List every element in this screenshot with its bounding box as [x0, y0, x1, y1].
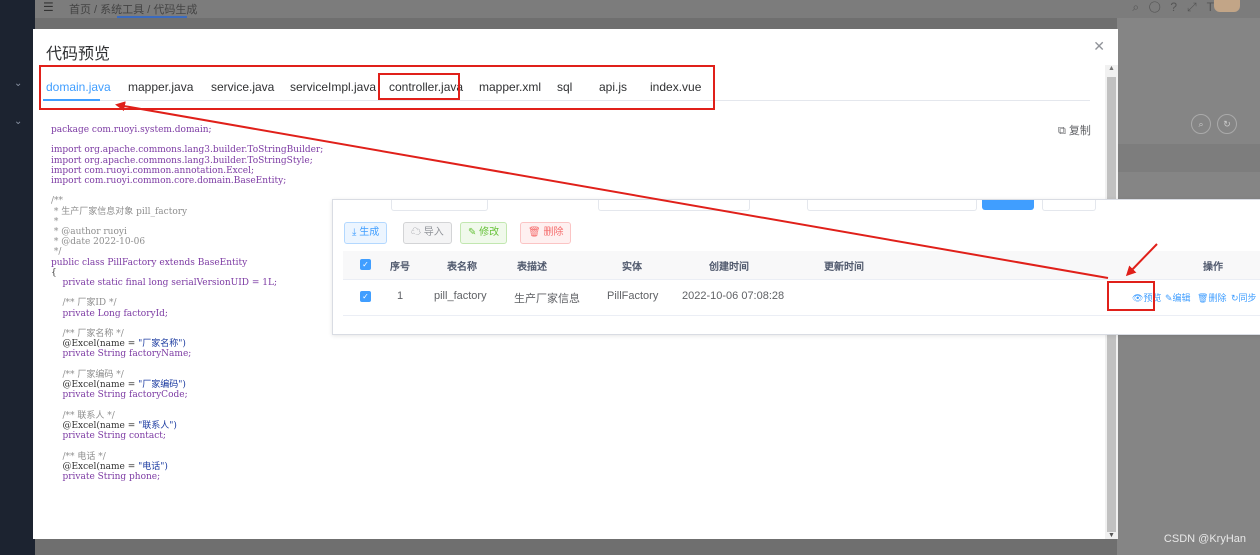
annotation-box-preview [1107, 281, 1155, 311]
col-updated: 更新时间 [824, 262, 864, 273]
top-navbar: ☰ 首页 / 系统工具 / 代码生成 [35, 0, 1260, 18]
code-line: @Excel(name = [51, 461, 139, 472]
fullscreen-icon[interactable]: ⤢ [1187, 0, 1207, 14]
edit-row-button[interactable]: ✎编辑 [1165, 291, 1191, 304]
code-line: import com.ruoyi.common.core.domain.Base… [51, 176, 287, 187]
code-line: @Excel(name = [51, 420, 139, 431]
cell-entity: PillFactory [607, 290, 659, 302]
col-actions: 操作 [1203, 262, 1223, 273]
edit-button[interactable]: ✎ 修改 [460, 222, 508, 244]
upload-icon: ☁ [411, 227, 421, 238]
generate-button[interactable]: ⤓ 生成 [344, 222, 388, 244]
code-line: { [51, 267, 57, 278]
edit-icon: ✎ [468, 227, 477, 238]
code-string: "电话") [138, 461, 168, 472]
search-icon[interactable]: ⌕ [1132, 0, 1149, 14]
breadcrumb: 首页 / 系统工具 / 代码生成 [69, 4, 198, 16]
code-gen-table-panel: ⤓ 生成 ☁ 导入 ✎ 修改 🗑 删除 ✓ 序号 表名称 表描述 实体 创建时间… [332, 199, 1260, 335]
code-line: private static final long serialVersionU… [51, 278, 277, 289]
hamburger-icon[interactable]: ☰ [43, 0, 54, 14]
edit-icon: ✎ [1165, 293, 1173, 303]
code-string: "厂家名称") [138, 339, 186, 350]
refresh-icon[interactable]: ↻ [1217, 114, 1237, 134]
scroll-down-icon[interactable]: ▼ [1108, 532, 1115, 539]
sync-row-button[interactable]: ↻同步 [1231, 291, 1257, 304]
code-line: /** 电话 */ [51, 451, 106, 462]
cell-table-desc: 生产厂家信息 [514, 293, 580, 305]
github-icon[interactable]: ◯ [1149, 0, 1170, 14]
cell-created: 2022-10-06 07:08:28 [682, 290, 785, 302]
copy-button[interactable]: ⧉ 复制 [1058, 122, 1091, 138]
delete-button[interactable]: 🗑 删除 [520, 222, 572, 244]
code-line: /** 联系人 */ [51, 410, 115, 421]
code-line: * @date 2022-10-06 [51, 237, 146, 248]
code-string: "厂家编码") [138, 380, 186, 391]
trash-icon: 🗑 [528, 227, 541, 238]
cell-index: 1 [397, 290, 404, 302]
table-header: ✓ 序号 表名称 表描述 实体 创建时间 更新时间 操作 [343, 251, 1260, 280]
annotation-box-controller [378, 73, 460, 100]
dialog-title: 代码预览 [46, 46, 111, 63]
code-line: @Excel(name = [51, 339, 139, 350]
code-line: private String contact; [51, 431, 166, 442]
code-line: public class PillFactory extends BaseEnt… [51, 257, 248, 268]
chevron-down-icon[interactable]: ⌄ [14, 78, 22, 89]
code-line: private String factoryName; [51, 349, 192, 360]
code-line: private Long factoryId; [51, 308, 168, 319]
refresh-icon: ↻ [1231, 293, 1239, 303]
code-line: */ [51, 247, 62, 258]
scroll-up-icon[interactable]: ▲ [1108, 65, 1115, 72]
col-created: 创建时间 [709, 262, 749, 273]
edit-label: 修改 [479, 227, 500, 238]
col-table-name: 表名称 [447, 262, 477, 273]
copy-label: 复制 [1068, 125, 1091, 137]
col-entity: 实体 [622, 262, 642, 273]
import-button[interactable]: ☁ 导入 [403, 222, 452, 244]
avatar[interactable] [1214, 0, 1240, 12]
date-range-field[interactable] [807, 200, 977, 211]
code-line: /** 厂家ID */ [51, 298, 117, 309]
navbar-icons[interactable]: ⌕◯?⤢T [1132, 0, 1224, 15]
code-line: @Excel(name = [51, 380, 139, 391]
code-block: package com.ruoyi.system.domain; import … [51, 125, 323, 482]
code-string: "联系人") [138, 420, 177, 431]
code-line: import com.ruoyi.common.annotation.Excel… [51, 165, 255, 176]
code-line: private String phone; [51, 471, 161, 482]
code-line: * @author ruoyi [51, 227, 127, 238]
chevron-down-icon[interactable]: ⌄ [14, 116, 22, 127]
col-index: 序号 [390, 262, 410, 273]
col-table-desc: 表描述 [517, 262, 547, 273]
select-all-checkbox[interactable]: ✓ [360, 259, 371, 270]
table-header-bg [1117, 144, 1260, 172]
delete-label: 删除 [543, 227, 564, 238]
code-line: /** [51, 196, 64, 207]
cell-table-name: pill_factory [434, 290, 487, 302]
generate-label: 生成 [359, 227, 380, 238]
download-icon: ⤓ [352, 227, 357, 238]
search-button[interactable] [982, 200, 1034, 210]
code-line: package com.ruoyi.system.domain; [51, 125, 212, 135]
search-field[interactable] [598, 200, 750, 211]
close-icon[interactable]: ✕ [1093, 38, 1105, 55]
import-label: 导入 [423, 227, 444, 238]
watermark: CSDN @KryHan [1163, 533, 1246, 545]
tab-indicator [117, 16, 187, 18]
annotation-box-tabs [39, 65, 715, 110]
code-line: * 生产厂家信息对象 pill_factory [51, 206, 188, 217]
code-line: /** 厂家名称 */ [51, 329, 124, 340]
reset-button[interactable] [1042, 200, 1096, 211]
sidebar: ⌄ ⌄ [0, 0, 35, 555]
code-line: * [51, 216, 59, 227]
row-checkbox[interactable]: ✓ [360, 291, 371, 302]
code-line: /** 厂家编码 */ [51, 369, 124, 380]
code-line: private String factoryCode; [51, 390, 188, 401]
search-toggle-icon[interactable]: ⌕ [1191, 114, 1211, 134]
code-line: import org.apache.commons.lang3.builder.… [51, 145, 324, 156]
code-line: import org.apache.commons.lang3.builder.… [51, 155, 313, 166]
delete-row-button[interactable]: 🗑删除 [1197, 291, 1226, 304]
question-icon[interactable]: ? [1170, 0, 1187, 14]
copy-icon: ⧉ [1058, 125, 1066, 137]
search-field[interactable] [391, 200, 488, 211]
trash-icon: 🗑 [1197, 293, 1209, 303]
